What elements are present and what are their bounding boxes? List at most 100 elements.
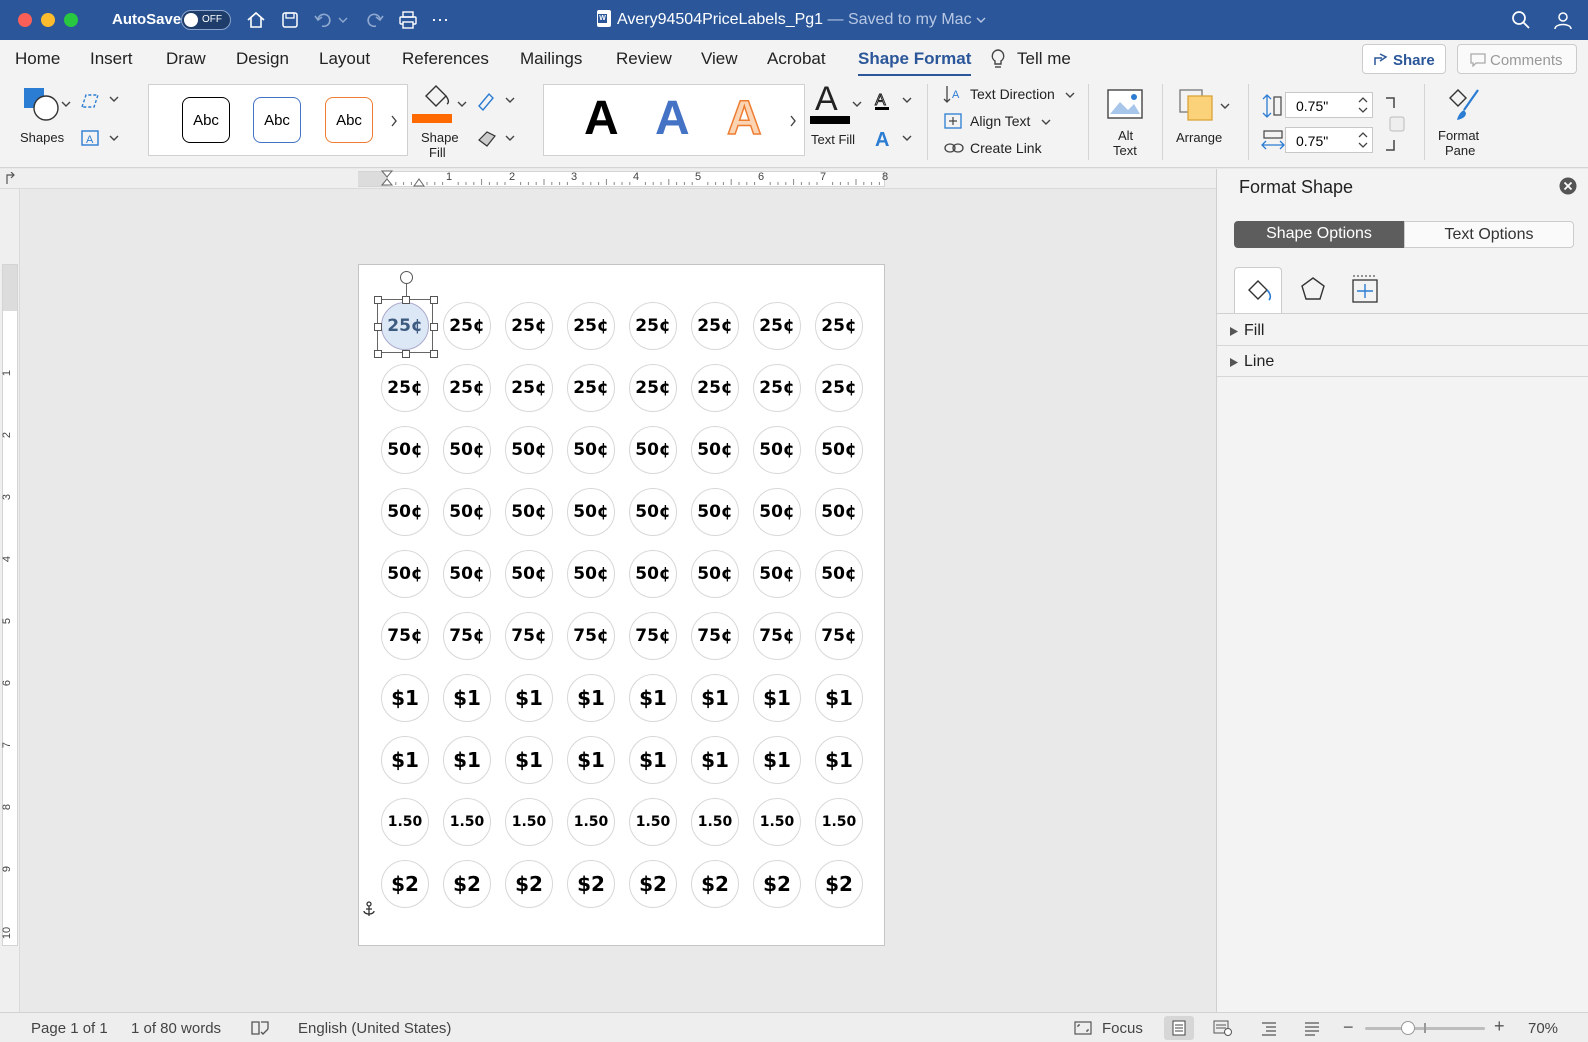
indent-marker-icon[interactable] bbox=[380, 170, 394, 192]
tab-mailings[interactable]: Mailings bbox=[520, 49, 582, 69]
price-label[interactable]: $1 bbox=[443, 736, 491, 784]
rotate-handle-icon[interactable] bbox=[400, 271, 413, 284]
tab-draw[interactable]: Draw bbox=[166, 49, 206, 69]
text-fill-button[interactable]: A Text Fill bbox=[808, 80, 864, 162]
price-label[interactable]: $1 bbox=[629, 674, 677, 722]
price-label[interactable]: 25¢ bbox=[691, 364, 739, 412]
fill-line-tab[interactable] bbox=[1234, 267, 1282, 313]
language[interactable]: English (United States) bbox=[298, 1020, 451, 1037]
shape-style-black[interactable]: Abc bbox=[182, 97, 230, 143]
chevron-down-icon[interactable] bbox=[61, 100, 71, 108]
chevron-right-icon[interactable] bbox=[789, 115, 797, 127]
comments-button[interactable]: Comments bbox=[1457, 44, 1577, 74]
price-label[interactable]: 75¢ bbox=[567, 612, 615, 660]
price-label[interactable]: $1 bbox=[629, 736, 677, 784]
price-label[interactable]: 75¢ bbox=[505, 612, 553, 660]
price-label[interactable]: $1 bbox=[753, 674, 801, 722]
price-label[interactable]: 50¢ bbox=[753, 550, 801, 598]
price-label[interactable]: $1 bbox=[691, 674, 739, 722]
price-label[interactable]: 25¢ bbox=[443, 302, 491, 350]
price-label[interactable]: 50¢ bbox=[505, 550, 553, 598]
undo-icon[interactable] bbox=[312, 8, 336, 32]
zoom-level[interactable]: 70% bbox=[1528, 1020, 1558, 1037]
price-label[interactable]: $1 bbox=[815, 736, 863, 784]
price-label[interactable]: 50¢ bbox=[753, 426, 801, 474]
word-count[interactable]: 1 of 80 words bbox=[131, 1020, 221, 1037]
price-label[interactable]: $1 bbox=[753, 736, 801, 784]
chevron-down-icon[interactable] bbox=[852, 100, 862, 108]
search-icon[interactable] bbox=[1509, 8, 1533, 32]
price-label[interactable]: 50¢ bbox=[815, 550, 863, 598]
tab-shape-format[interactable]: Shape Format bbox=[858, 49, 972, 77]
lock-aspect-icon[interactable] bbox=[1384, 96, 1408, 152]
proofing-icon[interactable] bbox=[250, 1020, 270, 1036]
close-icon[interactable] bbox=[1558, 176, 1578, 196]
price-label[interactable]: 1.50 bbox=[691, 798, 739, 846]
create-link-button[interactable]: Create Link bbox=[943, 138, 1053, 160]
price-label[interactable]: 50¢ bbox=[381, 550, 429, 598]
resize-handle[interactable] bbox=[402, 350, 410, 358]
price-label[interactable]: 75¢ bbox=[815, 612, 863, 660]
price-label[interactable]: 50¢ bbox=[505, 488, 553, 536]
price-label[interactable]: 50¢ bbox=[691, 550, 739, 598]
price-label[interactable]: $1 bbox=[505, 736, 553, 784]
price-label[interactable]: $2 bbox=[691, 860, 739, 908]
price-label[interactable]: 75¢ bbox=[381, 612, 429, 660]
account-icon[interactable] bbox=[1551, 8, 1575, 32]
zoom-window-button[interactable] bbox=[64, 13, 78, 27]
shapes-button[interactable]: Shapes bbox=[12, 84, 72, 148]
price-label[interactable]: 75¢ bbox=[629, 612, 677, 660]
alt-text-button[interactable]: Alt Text bbox=[1102, 86, 1152, 164]
price-label[interactable]: 25¢ bbox=[753, 364, 801, 412]
price-label[interactable]: $2 bbox=[443, 860, 491, 908]
right-indent-marker-icon[interactable] bbox=[413, 175, 425, 187]
zoom-slider-thumb[interactable] bbox=[1401, 1021, 1415, 1035]
more-icon[interactable]: ⋯ bbox=[428, 8, 452, 32]
tab-selector-icon[interactable] bbox=[4, 172, 16, 186]
price-label[interactable]: 25¢ bbox=[629, 364, 677, 412]
price-label[interactable]: 75¢ bbox=[753, 612, 801, 660]
shape-style-orange[interactable]: Abc bbox=[325, 97, 373, 143]
print-icon[interactable] bbox=[396, 8, 420, 32]
price-label[interactable]: 50¢ bbox=[815, 488, 863, 536]
save-icon[interactable] bbox=[278, 8, 302, 32]
align-text-button[interactable]: Align Text bbox=[943, 111, 1053, 133]
fill-section[interactable]: Fill bbox=[1217, 316, 1588, 346]
autosave-toggle[interactable]: OFF bbox=[181, 10, 231, 30]
tab-review[interactable]: Review bbox=[616, 49, 672, 69]
tab-acrobat[interactable]: Acrobat bbox=[767, 49, 826, 69]
price-label[interactable]: $1 bbox=[567, 736, 615, 784]
price-label[interactable]: 50¢ bbox=[443, 426, 491, 474]
redo-icon[interactable] bbox=[362, 8, 386, 32]
page-count[interactable]: Page 1 of 1 bbox=[31, 1020, 108, 1037]
shape-height-input[interactable]: 0.75" bbox=[1285, 92, 1373, 118]
chevron-right-icon[interactable] bbox=[390, 115, 398, 127]
price-label[interactable]: 50¢ bbox=[753, 488, 801, 536]
price-label[interactable]: 50¢ bbox=[567, 550, 615, 598]
zoom-slider[interactable] bbox=[1365, 1021, 1485, 1035]
price-label[interactable]: 75¢ bbox=[443, 612, 491, 660]
price-label[interactable]: 25¢ bbox=[505, 302, 553, 350]
price-label[interactable]: 50¢ bbox=[505, 426, 553, 474]
price-label[interactable]: 1.50 bbox=[815, 798, 863, 846]
resize-handle[interactable] bbox=[374, 296, 382, 304]
price-label[interactable]: 1.50 bbox=[381, 798, 429, 846]
price-label[interactable]: 75¢ bbox=[691, 612, 739, 660]
draft-view-icon[interactable] bbox=[1303, 1020, 1321, 1036]
tell-me-search[interactable]: Tell me bbox=[1017, 49, 1071, 69]
effects-tab[interactable] bbox=[1291, 267, 1335, 311]
price-label[interactable]: $2 bbox=[381, 860, 429, 908]
stepper-icon[interactable] bbox=[1358, 95, 1368, 115]
tab-shape-options[interactable]: Shape Options bbox=[1234, 221, 1404, 248]
price-label[interactable]: 50¢ bbox=[381, 488, 429, 536]
price-label[interactable]: 25¢ bbox=[815, 302, 863, 350]
resize-handle[interactable] bbox=[402, 296, 410, 304]
tab-text-options[interactable]: Text Options bbox=[1404, 221, 1574, 248]
chevron-down-icon[interactable] bbox=[457, 100, 467, 108]
minimize-window-button[interactable] bbox=[41, 13, 55, 27]
shape-fill-button[interactable]: Shape Fill bbox=[412, 80, 468, 164]
edit-shape-button[interactable] bbox=[80, 91, 120, 111]
price-label[interactable]: 50¢ bbox=[629, 426, 677, 474]
tab-references[interactable]: References bbox=[402, 49, 489, 69]
size-properties-tab[interactable] bbox=[1343, 267, 1387, 311]
